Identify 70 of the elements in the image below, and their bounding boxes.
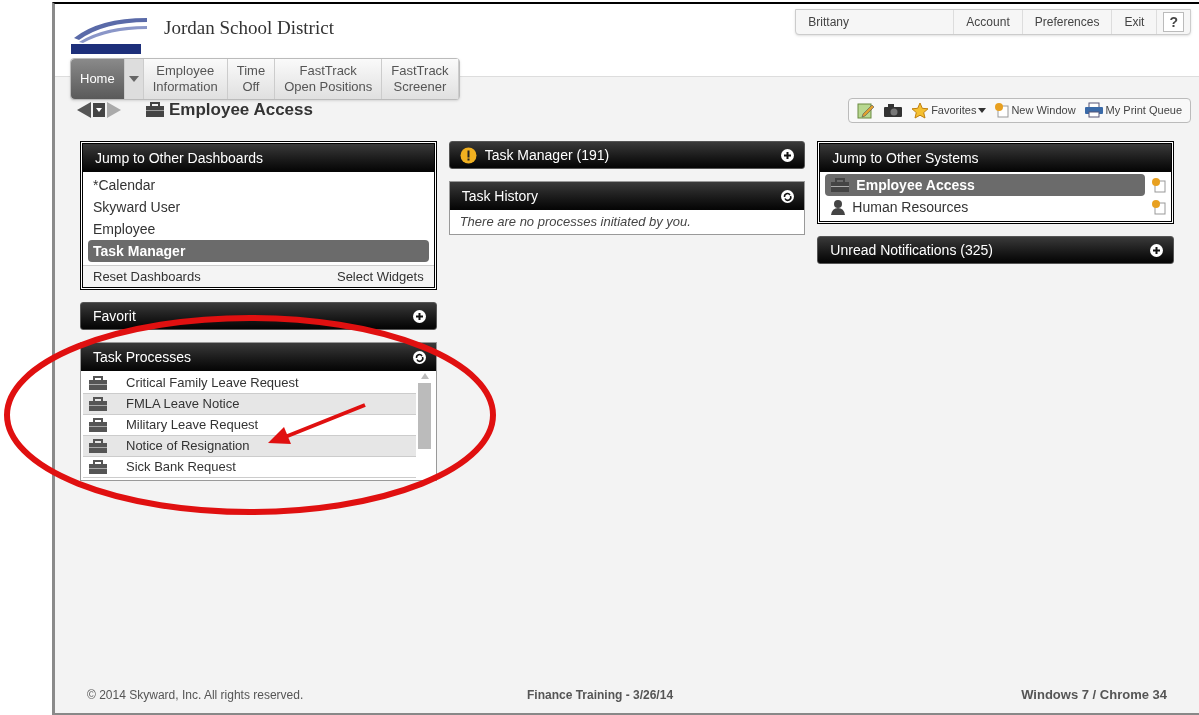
camera-icon [883, 102, 904, 118]
expand-button[interactable] [1150, 243, 1163, 257]
widget-title: Task History [461, 186, 538, 206]
help-button[interactable]: ? [1163, 12, 1184, 32]
system-item[interactable]: Human Resources [825, 196, 1145, 218]
briefcase-icon [145, 102, 165, 118]
nav-tab[interactable]: FastTrack Open Positions [275, 59, 383, 99]
scroll-up-icon [420, 373, 429, 379]
briefcase-icon [88, 459, 108, 475]
task-row[interactable]: Sick Bank Request [83, 457, 416, 478]
notes-button[interactable] [857, 101, 876, 119]
person-icon [830, 199, 847, 215]
widget-title: Task Manager (191) [484, 145, 610, 165]
refresh-icon [412, 350, 426, 364]
nav-tab[interactable]: FastTrack Screener [382, 59, 459, 99]
footer-link[interactable]: Reset Dashboards [93, 266, 201, 287]
caret-icon [978, 107, 987, 113]
history-arrows[interactable] [75, 100, 123, 120]
notepad-icon [857, 101, 876, 119]
briefcase-icon [830, 177, 851, 193]
user-menu-link[interactable]: Brittany [796, 10, 955, 34]
star-icon [911, 101, 930, 119]
user-menu-link[interactable]: Account [954, 10, 1023, 34]
new-window-icon [1151, 199, 1166, 215]
dashboard-item[interactable]: Task Manager [88, 240, 429, 262]
briefcase-icon [88, 417, 108, 433]
expand-button[interactable] [412, 309, 426, 323]
favorites-menu[interactable]: Favorites [911, 101, 987, 119]
refresh-icon [781, 189, 795, 203]
widget-title: Unread Notifications (325) [830, 240, 993, 260]
district-title: Jordan School District [164, 16, 334, 40]
nav-tab[interactable]: Home [71, 59, 125, 99]
user-menu-link[interactable]: Exit [1112, 10, 1158, 34]
printer-icon [1083, 102, 1104, 118]
task-row[interactable]: FMLA Leave Notice [83, 394, 416, 415]
dashboard-item[interactable]: Skyward User [88, 196, 429, 218]
dashboard-item[interactable]: *Calendar [88, 174, 429, 196]
training-label: Finance Training - 3/26/14 [527, 687, 674, 704]
browser-info: Windows 7 / Chrome 34 [1021, 686, 1167, 705]
footer-link[interactable]: Select Widgets [336, 266, 424, 287]
empty-message: There are no processes initiated by you. [458, 213, 692, 232]
copyright-text: © 2014 Skyward, Inc. All rights reserved. [87, 687, 305, 704]
plus-icon [412, 309, 426, 323]
widget-title: Jump to Other Systems [832, 148, 979, 168]
expand-button[interactable] [781, 148, 795, 162]
widget-title: Jump to Other Dashboards [95, 148, 264, 168]
widget-title: Favorit [93, 306, 136, 326]
print-queue-button[interactable]: My Print Queue [1083, 101, 1182, 119]
plus-icon [1150, 243, 1163, 257]
camera-button[interactable] [883, 102, 904, 118]
nav-tab[interactable]: Employee Information [143, 59, 228, 99]
page-title: Employee Access [169, 99, 313, 122]
task-row[interactable]: Military Leave Request [83, 415, 416, 436]
task-row[interactable]: Critical Family Leave Request [83, 373, 416, 394]
widget-title: Task Processes [93, 347, 192, 367]
new-window-button[interactable]: New Window [994, 101, 1076, 119]
refresh-button[interactable] [781, 189, 795, 203]
briefcase-icon [88, 375, 108, 391]
dashboard-item[interactable]: Employee [88, 218, 429, 240]
task-row[interactable]: Notice of Resignation [83, 436, 416, 457]
briefcase-icon [88, 438, 108, 454]
plus-icon [781, 148, 795, 162]
new-window-icon [994, 102, 1010, 118]
briefcase-icon [88, 396, 108, 412]
user-menu-link[interactable]: Preferences [1022, 10, 1113, 34]
refresh-button[interactable] [412, 350, 426, 364]
new-window-icon [1151, 177, 1166, 193]
nav-tab[interactable]: Time Off [227, 59, 276, 99]
warning-icon [459, 146, 477, 164]
system-item[interactable]: Employee Access [825, 174, 1145, 196]
